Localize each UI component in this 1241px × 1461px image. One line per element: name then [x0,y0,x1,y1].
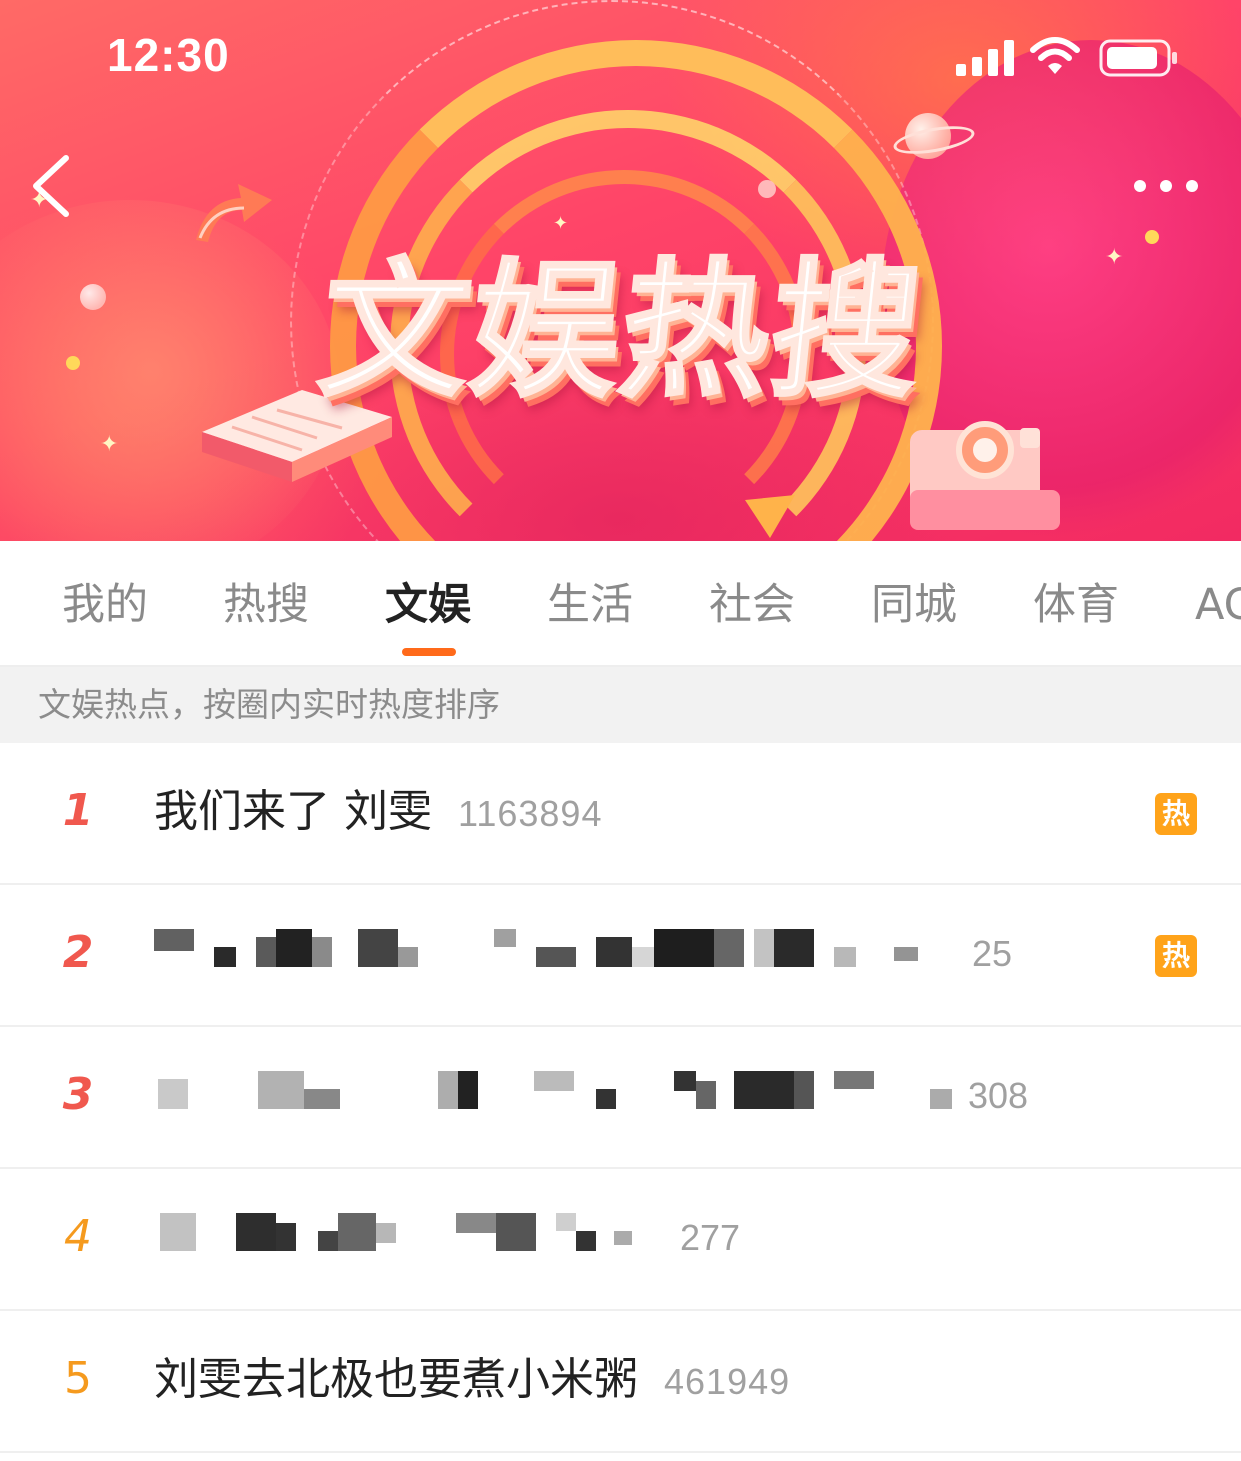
masked-topic-text [154,929,918,967]
dot [1160,180,1172,192]
rank-number: 3 [62,1069,94,1120]
topic-title: 刘雯去北极也要煮小米粥 [154,1354,638,1405]
tab-mine[interactable]: 我的 [62,575,148,635]
topic-text[interactable]: 刘雯去北极也要煮小米粥 461949 [154,1351,790,1411]
more-dots-icon[interactable] [1126,168,1206,204]
list-item[interactable]: 5 刘雯去北极也要煮小米粥 461949 [0,1311,1241,1453]
wifi-icon [1030,37,1080,74]
status-bar: 12:30 [0,0,1241,115]
dot [1186,180,1198,192]
tab-hot-search[interactable]: 热搜 [223,575,309,635]
cellular-signal-icon [956,40,1014,76]
tab-local[interactable]: 同城 [871,575,957,635]
sparkle-icon: ✦ [100,432,119,457]
chevron-left-icon[interactable] [22,150,82,220]
list-item[interactable]: 1 我们来了 刘雯 1163894 热 [0,743,1241,885]
heat-count: 25 [972,933,1013,974]
tab-entertainment[interactable]: 文娱 [385,575,471,635]
heat-count: 277 [680,1217,741,1258]
tab-society[interactable]: 社会 [709,575,795,635]
banner-decoration [758,180,776,198]
page-title: 文娱热搜 [310,244,931,419]
list-description: 文娱热点，按圈内实时热度排序 [38,685,500,724]
hot-badge: 热 [1155,935,1197,977]
hot-badge: 热 [1155,793,1197,835]
topic-title: 我们来了 刘雯 [154,786,432,837]
status-time: 12:30 [107,29,230,81]
category-tabs: 我的 热搜 文娱 生活 社会 同城 体育 AC [0,541,1241,667]
list-item[interactable]: 2 25 热 [0,885,1241,1027]
masked-topic-text [158,1071,952,1109]
rank-number: 5 [64,1353,92,1404]
tab-sports[interactable]: 体育 [1033,575,1119,635]
list-item[interactable]: 4 277 [0,1169,1241,1311]
rank-number: 4 [64,1211,92,1262]
heat-count: 308 [968,1075,1029,1116]
dot [1134,180,1146,192]
list-description-bar: 文娱热点，按圈内实时热度排序 [0,667,1241,743]
rank-number: 1 [62,785,94,836]
list-item[interactable]: 3 308 [0,1027,1241,1169]
rank-number: 2 [62,927,94,978]
tab-acg[interactable]: AC [1195,575,1241,635]
heat-count: 461949 [664,1361,791,1402]
topic-text[interactable]: 我们来了 刘雯 1163894 [154,783,602,843]
heat-count: 1163894 [458,793,603,834]
banner-title-wrap: 文娱热搜 [0,236,1241,436]
tab-life[interactable]: 生活 [547,575,633,635]
hot-search-list: 1 我们来了 刘雯 1163894 热 2 25 热 3 308 4 277 5… [0,743,1241,1453]
sparkle-icon: ✦ [553,213,569,234]
battery-icon [1099,39,1177,77]
banner-decoration [745,495,795,538]
header-banner: ✦ ✦ ✦ ✦ 文娱热搜 12:30 [0,0,1241,541]
masked-topic-text [160,1213,632,1251]
tab-indicator [402,648,456,656]
